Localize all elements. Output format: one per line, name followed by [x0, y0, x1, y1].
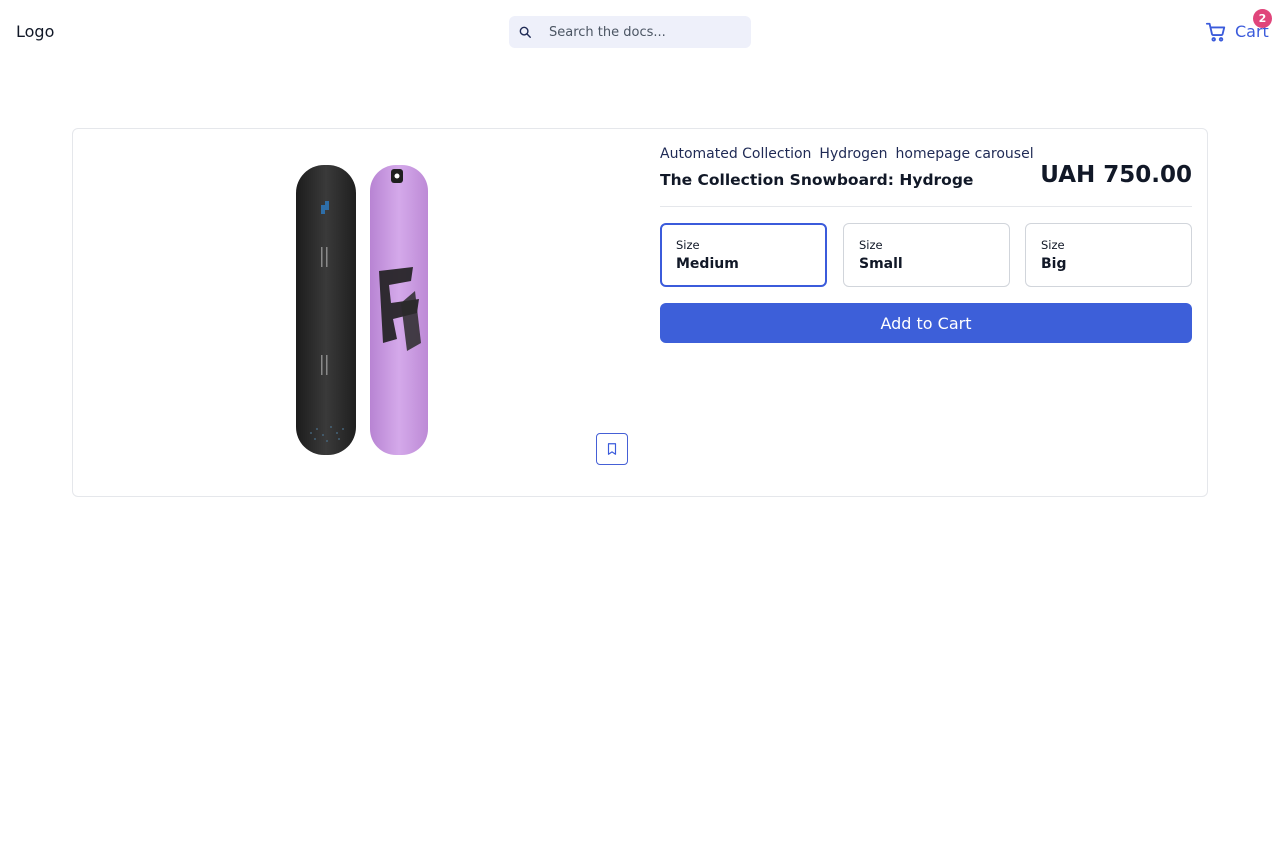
- search-box[interactable]: [509, 16, 751, 48]
- snowboard-image: [296, 165, 428, 455]
- add-to-cart-button[interactable]: Add to Cart: [660, 303, 1192, 343]
- product-media: [73, 129, 645, 496]
- tag[interactable]: Automated Collection: [660, 145, 811, 163]
- size-options: Size Medium Size Small Size Big: [660, 223, 1192, 287]
- product-tags: Automated Collection Hydrogen homepage c…: [660, 145, 1034, 163]
- cart-button[interactable]: Cart 2: [1205, 9, 1272, 44]
- option-value: Big: [1041, 256, 1067, 272]
- divider: [660, 206, 1192, 207]
- product-price: UAH 750.00: [1040, 162, 1192, 188]
- logo[interactable]: Logo: [16, 21, 54, 43]
- product-title: The Collection Snowboard: Hydroge: [660, 171, 974, 189]
- size-option-medium[interactable]: Size Medium: [660, 223, 827, 287]
- search-input[interactable]: [549, 16, 745, 48]
- bookmark-button[interactable]: [596, 433, 628, 465]
- size-option-small[interactable]: Size Small: [843, 223, 1010, 287]
- cart-count-badge: 2: [1253, 9, 1272, 28]
- size-option-big[interactable]: Size Big: [1025, 223, 1192, 287]
- search-icon: [519, 26, 531, 38]
- tag[interactable]: Hydrogen: [819, 145, 887, 163]
- cart-icon: [1205, 22, 1226, 42]
- option-label: Size: [1041, 238, 1065, 252]
- top-bar: Logo Cart 2: [0, 0, 1280, 64]
- option-value: Small: [859, 256, 903, 272]
- option-label: Size: [859, 238, 883, 252]
- product-info: Automated Collection Hydrogen homepage c…: [660, 129, 1192, 496]
- option-label: Size: [676, 238, 700, 252]
- product-card: Automated Collection Hydrogen homepage c…: [72, 128, 1208, 497]
- bookmark-icon: [607, 443, 617, 455]
- option-value: Medium: [676, 256, 739, 272]
- tag[interactable]: homepage carousel: [896, 145, 1034, 163]
